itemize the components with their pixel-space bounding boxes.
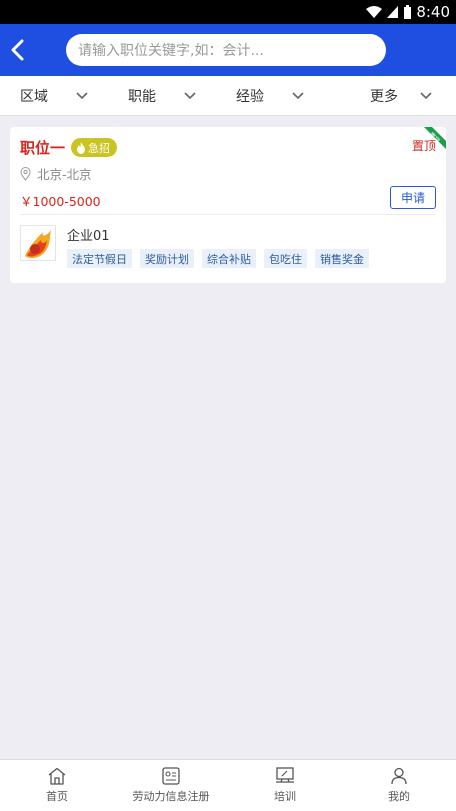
register-icon: [162, 767, 180, 785]
header: 请输入职位关键字,如：会计...: [0, 24, 456, 76]
signal-icon: [387, 6, 399, 18]
benefit-tags: 法定节假日 奖励计划 综合补贴 包吃住 销售奖金: [67, 249, 369, 268]
flame-icon: [77, 141, 86, 154]
benefit-tag: 销售奖金: [315, 249, 369, 268]
back-button[interactable]: [8, 28, 52, 72]
status-time: 8:40: [416, 3, 450, 21]
wifi-icon: [366, 6, 383, 18]
filter-label: 经验: [236, 88, 264, 105]
card-divider: [20, 214, 436, 215]
benefit-tag: 包吃住: [264, 249, 307, 268]
profile-icon: [391, 767, 407, 785]
tab-label: 首页: [46, 790, 68, 803]
location-text: 北京-北京: [37, 167, 92, 182]
urgent-label: 急招: [88, 141, 111, 155]
bottom-tab-bar: 首页 劳动力信息注册 培训 我的: [0, 759, 456, 811]
filter-area[interactable]: 区域: [0, 76, 108, 115]
tab-profile[interactable]: 我的: [342, 760, 456, 811]
training-icon: [276, 767, 294, 783]
job-location: 北京-北京: [20, 164, 92, 183]
location-pin-icon: [20, 166, 31, 181]
benefit-tag: 奖励计划: [140, 249, 194, 268]
apply-button[interactable]: 申请: [390, 186, 436, 209]
tab-label: 培训: [274, 790, 296, 803]
job-card[interactable]: 置顶 置顶 职位一 急招 北京-北京 ￥1000-5000 申请 企业01 法定…: [10, 127, 446, 283]
tab-training[interactable]: 培训: [228, 760, 342, 811]
benefit-tag: 综合补贴: [202, 249, 256, 268]
filter-experience[interactable]: 经验: [216, 76, 324, 115]
filter-bar: 区域 职能 经验 更多: [0, 76, 456, 116]
tab-label: 我的: [388, 790, 410, 803]
back-arrow-icon: [11, 39, 24, 61]
chevron-down-icon: [292, 91, 304, 99]
chevron-down-icon: [76, 91, 88, 99]
filter-label: 区域: [20, 88, 48, 105]
benefit-tag: 法定节假日: [67, 249, 132, 268]
pinned-label: 置顶: [411, 139, 436, 153]
job-title-row: 职位一 急招: [20, 137, 118, 158]
chevron-down-icon: [420, 91, 432, 99]
tab-home[interactable]: 首页: [0, 760, 114, 811]
status-bar: 8:40: [0, 0, 456, 24]
search-input[interactable]: 请输入职位关键字,如：会计...: [66, 34, 386, 66]
tab-register[interactable]: 劳动力信息注册: [114, 760, 228, 811]
urgent-badge: 急招: [71, 138, 118, 157]
job-title: 职位一: [20, 139, 66, 157]
filter-more[interactable]: 更多: [324, 76, 456, 115]
company-name: 企业01: [67, 229, 110, 244]
company-logo: [20, 225, 56, 261]
job-salary: ￥1000-5000: [20, 194, 101, 209]
battery-icon: [404, 4, 412, 19]
filter-label: 更多: [370, 88, 398, 105]
chevron-down-icon: [184, 91, 196, 99]
tab-label: 劳动力信息注册: [132, 790, 210, 803]
filter-label: 职能: [128, 88, 156, 105]
filter-function[interactable]: 职能: [108, 76, 216, 115]
search-placeholder: 请输入职位关键字,如：会计...: [78, 43, 264, 59]
home-icon: [48, 767, 66, 785]
fireball-logo-icon: [25, 230, 51, 259]
